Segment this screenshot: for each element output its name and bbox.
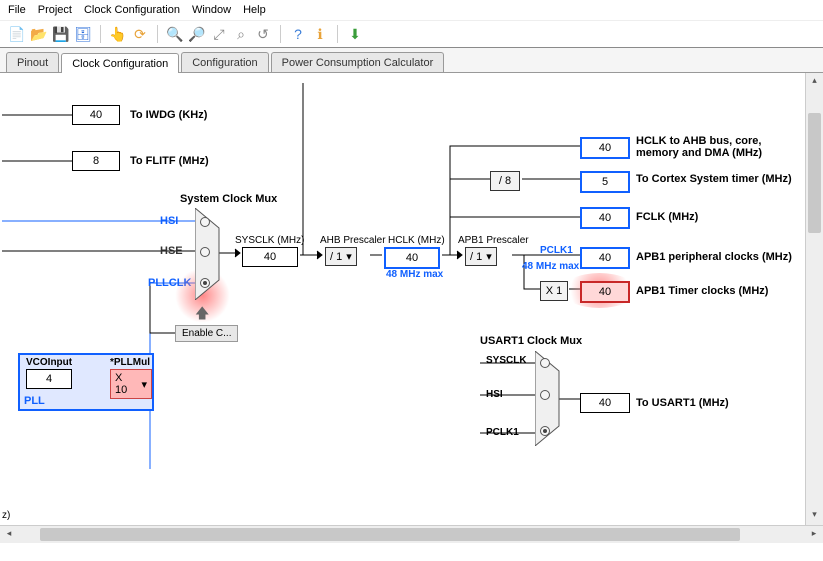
menubar: File Project Clock Configuration Window …	[0, 0, 823, 21]
zoom-out-icon[interactable]: 🔎	[188, 25, 206, 43]
hscroll-thumb[interactable]	[40, 528, 740, 541]
menu-help[interactable]: Help	[243, 4, 266, 16]
pclk1-label: PCLK1	[540, 245, 573, 256]
cortex-timer-value[interactable]: 5	[580, 171, 630, 193]
iwdg-label: To IWDG (KHz)	[130, 109, 207, 121]
sysclk-value: 40	[242, 247, 298, 267]
scroll-up-icon[interactable]: ▴	[808, 75, 821, 89]
system-clock-mux[interactable]	[195, 208, 221, 300]
usart1-clock-mux[interactable]	[535, 351, 561, 446]
pll-title: PLL	[24, 395, 45, 407]
flitf-value: 8	[72, 151, 120, 171]
hclk-max-note: 48 MHz max	[386, 269, 443, 280]
pll-block: VCOInput 4 *PLLMul X 10▾ PLL	[18, 353, 154, 411]
hsi-label: HSI	[160, 215, 178, 227]
cortex-div-box: / 8	[490, 171, 520, 191]
help-icon[interactable]: ?	[289, 25, 307, 43]
redo-icon[interactable]: ⟳	[131, 25, 149, 43]
usart1-mux-title: USART1 Clock Mux	[480, 335, 582, 347]
ahb-prescaler-label: AHB Prescaler	[320, 235, 386, 246]
tab-row: Pinout Clock Configuration Configuration…	[0, 48, 823, 73]
scroll-right-icon[interactable]: ▸	[807, 528, 821, 541]
apb1-prescaler-label: APB1 Prescaler	[458, 235, 529, 246]
usart-pclk1-radio[interactable]	[540, 426, 550, 436]
open-icon[interactable]: 📂	[30, 25, 48, 43]
vco-input-value: 4	[26, 369, 72, 389]
cortex-timer-label: To Cortex System timer (MHz)	[636, 173, 792, 185]
enable-css-button[interactable]: Enable C...	[175, 325, 238, 342]
chevron-down-icon: ▾	[141, 378, 147, 391]
flitf-label: To FLITF (MHz)	[130, 155, 209, 167]
zoom-reset-icon[interactable]: ↺	[254, 25, 272, 43]
save-all-icon[interactable]: 🗄	[74, 25, 92, 43]
menu-clock[interactable]: Clock Configuration	[84, 4, 180, 16]
pll-mul-label: *PLLMul	[110, 357, 150, 368]
apb1-periph-label: APB1 peripheral clocks (MHz)	[636, 251, 792, 263]
apb1-max-note: 48 MHz max	[522, 261, 579, 272]
hse-label: HSE	[160, 245, 183, 257]
hclk-bus-value[interactable]: 40	[580, 137, 630, 159]
horizontal-scrollbar[interactable]: ◂ ▸	[0, 525, 823, 543]
vco-input-label: VCOInput	[26, 357, 72, 368]
tab-power[interactable]: Power Consumption Calculator	[271, 52, 445, 72]
sysclk-label: SYSCLK (MHz)	[235, 235, 304, 246]
usart1-label: To USART1 (MHz)	[636, 397, 729, 409]
pll-mul-select[interactable]: X 10▾	[110, 369, 152, 399]
usart-hsi-radio[interactable]	[540, 390, 550, 400]
apb1-timer-label: APB1 Timer clocks (MHz)	[636, 285, 768, 297]
tab-clock-config[interactable]: Clock Configuration	[61, 53, 179, 73]
fclk-value[interactable]: 40	[580, 207, 630, 229]
hclk-label: HCLK (MHz)	[388, 235, 445, 246]
apb1-prescaler-select[interactable]: / 1▾	[465, 247, 497, 266]
chevron-down-icon: ▾	[346, 250, 352, 263]
zoom-in-icon[interactable]: 🔍	[166, 25, 184, 43]
about-icon[interactable]: ℹ	[311, 25, 329, 43]
menu-window[interactable]: Window	[192, 4, 231, 16]
mux-arrow-icon: 🡅	[195, 303, 209, 327]
menu-file[interactable]: File	[8, 4, 26, 16]
new-icon[interactable]: 📄	[8, 25, 26, 43]
apb1-timer-value[interactable]: 40	[580, 281, 630, 303]
tab-configuration[interactable]: Configuration	[181, 52, 268, 72]
zoom-fit-icon[interactable]: ⤢	[210, 25, 228, 43]
scroll-down-icon[interactable]: ▾	[808, 509, 821, 523]
save-icon[interactable]: 💾	[52, 25, 70, 43]
undo-icon[interactable]: 👆	[109, 25, 127, 43]
scroll-left-icon[interactable]: ◂	[2, 528, 16, 541]
zoom-tool-icon[interactable]: ⌕	[232, 25, 250, 43]
ahb-prescaler-select[interactable]: / 1▾	[325, 247, 357, 266]
apb1-periph-value[interactable]: 40	[580, 247, 630, 269]
generate-icon[interactable]: ⬇	[346, 25, 364, 43]
usart-hsi-label: HSI	[486, 389, 503, 400]
system-clock-mux-title: System Clock Mux	[180, 193, 277, 205]
menu-project[interactable]: Project	[38, 4, 72, 16]
mux-pllclk-radio[interactable]	[200, 278, 210, 288]
hclk-value[interactable]: 40	[384, 247, 440, 269]
usart-sysclk-radio[interactable]	[540, 358, 550, 368]
usart-sysclk-label: SYSCLK	[486, 355, 527, 366]
hclk-bus-label: HCLK to AHB bus, core, memory and DMA (M…	[636, 135, 806, 159]
usart1-value: 40	[580, 393, 630, 413]
clock-tree-canvas[interactable]: 40 To IWDG (KHz) 8 To FLITF (MHz) System…	[0, 73, 823, 543]
chevron-down-icon: ▾	[486, 250, 492, 263]
vscroll-thumb[interactable]	[808, 113, 821, 233]
mux-hse-radio[interactable]	[200, 247, 210, 257]
toolbar: 📄 📂 💾 🗄 👆 ⟳ 🔍 🔎 ⤢ ⌕ ↺ ? ℹ ⬇	[0, 21, 823, 48]
usart-pclk1-label: PCLK1	[486, 427, 519, 438]
fclk-label: FCLK (MHz)	[636, 211, 698, 223]
vertical-scrollbar[interactable]: ▴ ▾	[805, 73, 823, 525]
iwdg-value: 40	[72, 105, 120, 125]
tab-pinout[interactable]: Pinout	[6, 52, 59, 72]
mux-hsi-radio[interactable]	[200, 217, 210, 227]
zoom-indicator: z)	[2, 510, 10, 521]
